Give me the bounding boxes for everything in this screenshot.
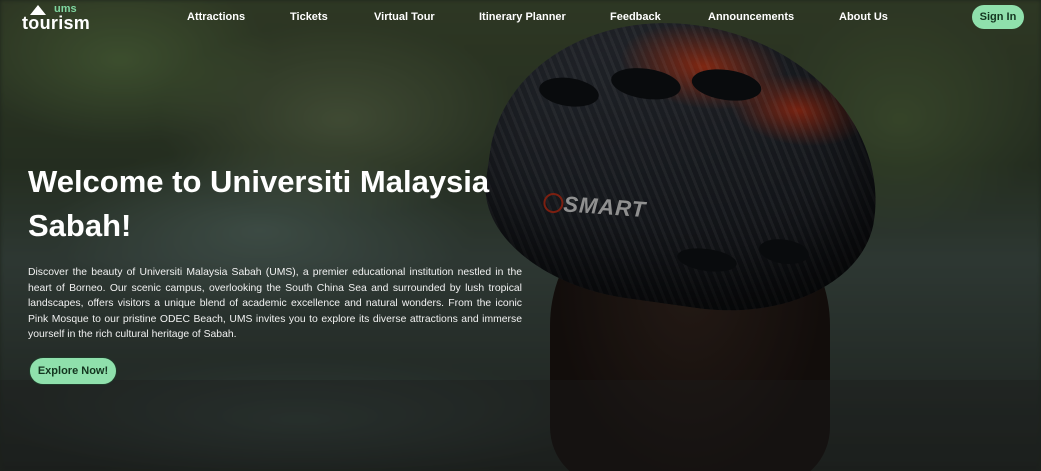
nav-link-virtual-tour[interactable]: Virtual Tour xyxy=(374,11,435,23)
nav-link-announcements[interactable]: Announcements xyxy=(708,11,794,23)
nav-link-about-us[interactable]: About Us xyxy=(839,11,888,23)
page-title: Welcome to Universiti Malaysia Sabah! xyxy=(28,164,490,243)
navbar: ums tourism Attractions Tickets Virtual … xyxy=(0,0,1041,36)
site-logo[interactable]: ums tourism xyxy=(22,3,102,33)
logo-main-text: tourism xyxy=(22,13,91,33)
nav-link-tickets[interactable]: Tickets xyxy=(290,11,328,23)
sign-in-button[interactable]: Sign In xyxy=(972,5,1024,29)
nav-link-attractions[interactable]: Attractions xyxy=(187,11,245,23)
explore-now-button[interactable]: Explore Now! xyxy=(29,357,117,385)
bottom-band xyxy=(0,380,1041,471)
nav-link-itinerary-planner[interactable]: Itinerary Planner xyxy=(479,11,566,23)
hero-description: Discover the beauty of Universiti Malays… xyxy=(28,267,522,340)
nav-link-feedback[interactable]: Feedback xyxy=(610,11,661,23)
